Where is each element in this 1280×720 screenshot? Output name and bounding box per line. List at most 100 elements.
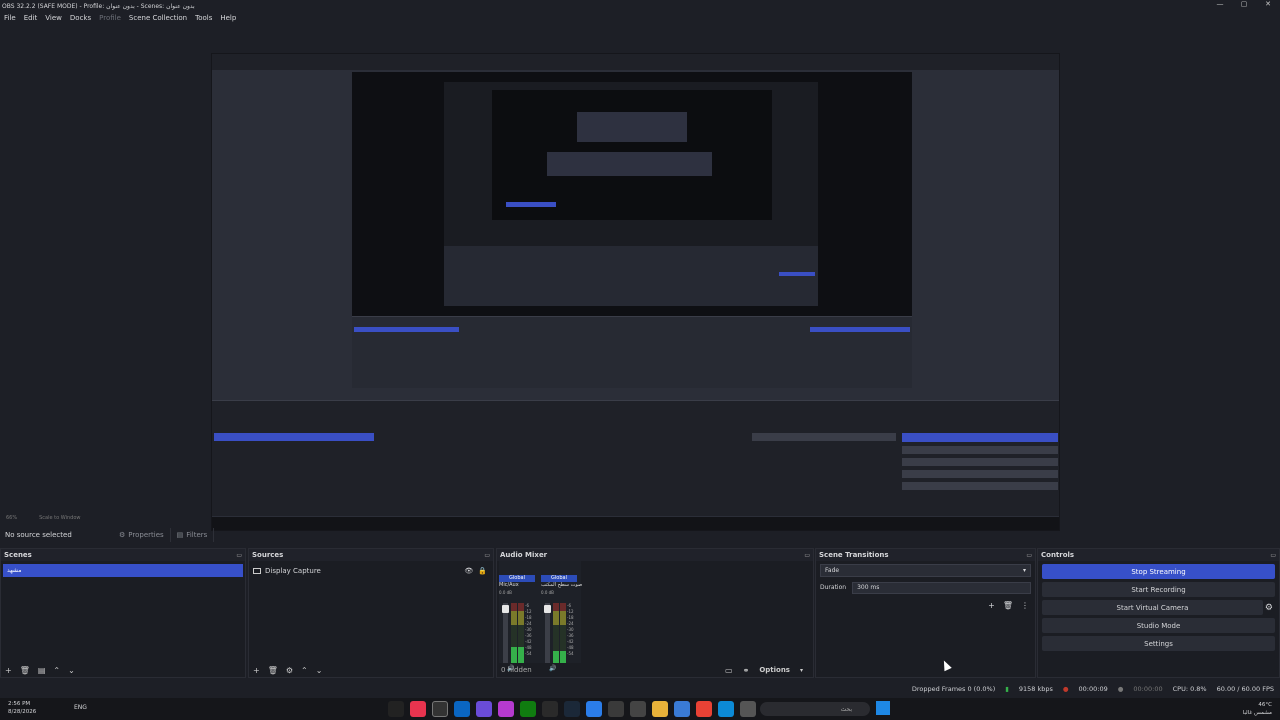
maximize-button[interactable]: ▢ [1232,0,1256,8]
add-icon[interactable]: + [988,601,995,610]
menu-docks[interactable]: Docks [70,14,91,22]
windows-start-icon[interactable] [876,701,890,715]
trash-icon[interactable]: 🗑 [20,666,30,675]
edge-icon[interactable] [718,701,734,717]
tiktok-icon[interactable] [388,701,404,717]
level-meter [553,603,559,663]
menu-profile[interactable]: Profile [99,14,121,22]
rec-dot-icon: ● [1117,685,1124,693]
more-vert-icon[interactable]: ⋮ [1021,601,1029,610]
chevron-down-icon[interactable]: ▾ [800,667,803,674]
weather-desc: مشمس غالبا [1242,710,1272,716]
channel-db: 0.0 dB [541,590,554,595]
transition-select[interactable]: Fade ▾ [820,564,1031,577]
menu-file[interactable]: File [4,14,16,22]
close-button[interactable]: ✕ [1256,0,1280,8]
zoom-mode[interactable]: Scale to Window [39,515,80,521]
db-tick: -54 [567,651,574,656]
settings-button[interactable]: Settings [1042,636,1275,651]
studio-mode-button[interactable]: Studio Mode [1042,618,1275,633]
volume-fader[interactable] [544,603,551,663]
trash-icon[interactable]: 🗑 [268,666,278,675]
menu-view[interactable]: View [45,14,62,22]
zoom-value[interactable]: 66% [6,515,17,521]
chrome-icon[interactable] [696,701,712,717]
program-preview[interactable] [211,53,1060,531]
app-icon[interactable] [586,701,602,717]
minimize-button[interactable]: — [1208,0,1232,8]
level-meter [560,603,566,663]
preview-titlebar [212,54,1059,70]
add-icon[interactable]: + [5,666,12,675]
dock-menu-icon[interactable]: ▭ [1026,552,1032,559]
dock-menu-icon[interactable]: ▭ [804,552,810,559]
source-name: Display Capture [265,566,321,575]
steam-icon[interactable] [564,701,580,717]
chevron-up-icon[interactable]: ⌃ [53,666,60,675]
store-icon[interactable] [630,701,646,717]
chevron-up-icon[interactable]: ⌃ [301,666,308,675]
audio-mixer-dock: Audio Mixer ▭ Global Mic/Aux 0.0 dB Glob… [496,548,814,678]
gear-icon[interactable]: ⚙ [1265,603,1273,613]
search-box[interactable]: بحث [760,702,870,716]
filters-label: Filters [186,531,208,539]
menu-edit[interactable]: Edit [24,14,38,22]
clock[interactable]: 2:56 PM 8/28/2026 [8,700,36,716]
settings-icon[interactable] [608,701,624,717]
channel-name[interactable]: Mic/Aux [499,582,535,590]
weather-widget[interactable]: 46°C مشمس غالبا [1243,701,1272,717]
monitor-icon [253,567,261,574]
app-icon[interactable] [542,701,558,717]
start-recording-button[interactable]: Start Recording [1042,582,1275,597]
layout-icon[interactable]: ▭ [725,666,733,675]
fader-knob[interactable] [502,605,509,613]
xbox-icon[interactable] [520,701,536,717]
level-meter [511,603,517,663]
status-bar: Dropped Frames 0 (0.0%) ▮ 9158 kbps ● 00… [0,681,1280,697]
add-icon[interactable]: + [253,666,260,675]
filters-button[interactable]: ▤ Filters [171,528,215,542]
properties-button[interactable]: ⚙ Properties [113,528,171,542]
dock-menu-icon[interactable]: ▭ [484,552,490,559]
folder-icon[interactable] [652,701,668,717]
fader-knob[interactable] [544,605,551,613]
db-scale: -6 -12 -18 -24 -30 -36 -42 -48 -54 [525,603,532,657]
start-virtual-camera-button[interactable]: Start Virtual Camera [1042,600,1263,615]
filter-icon: ▤ [176,531,184,539]
mixer-title: Audio Mixer [500,551,548,559]
dock-menu-icon[interactable]: ▭ [1270,552,1276,559]
app-icon[interactable] [498,701,514,717]
filter-icon[interactable]: ▤ [38,666,46,675]
lock-icon[interactable]: 🔒 [478,567,487,575]
gear-icon[interactable]: ⚙ [286,666,293,675]
channel-name[interactable]: صوت سطح المكتب [541,582,582,590]
transitions-header: Scene Transitions ▭ [816,549,1035,561]
chevron-down-icon[interactable]: ⌄ [68,666,75,675]
obs-icon[interactable] [432,701,448,717]
menu-scene-collection[interactable]: Scene Collection [129,14,187,22]
app-icon[interactable] [674,701,690,717]
menu-tools[interactable]: Tools [195,14,212,22]
app-icon[interactable] [476,701,492,717]
app-icon[interactable] [740,701,756,717]
fps: 60.00 / 60.00 FPS [1216,685,1274,693]
source-item[interactable]: Display Capture 👁 🔒 [249,564,493,577]
options-button[interactable]: Options [759,666,790,674]
signal-icon: ▮ [1005,685,1009,693]
volume-fader[interactable] [502,603,509,663]
dock-menu-icon[interactable]: ▭ [236,552,242,559]
duration-field[interactable]: 300 ms [852,581,1031,594]
trash-icon[interactable]: 🗑 [1003,601,1013,610]
tiktok-live-icon[interactable] [410,701,426,717]
scene-item[interactable]: مشهد [3,564,243,577]
chevron-down-icon[interactable]: ⌄ [316,666,323,675]
stop-streaming-button[interactable]: Stop Streaming [1042,564,1275,579]
bitrate: 9158 kbps [1018,685,1053,693]
linkedin-icon[interactable] [454,701,470,717]
transition-tools: + 🗑 ⋮ [988,601,1029,610]
link-icon[interactable]: ⚭ [743,666,750,675]
lang-indicator[interactable]: ENG [74,704,87,711]
menu-help[interactable]: Help [220,14,236,22]
visibility-eye-icon[interactable]: 👁 [464,567,473,575]
channel-tag: Global [499,575,535,582]
